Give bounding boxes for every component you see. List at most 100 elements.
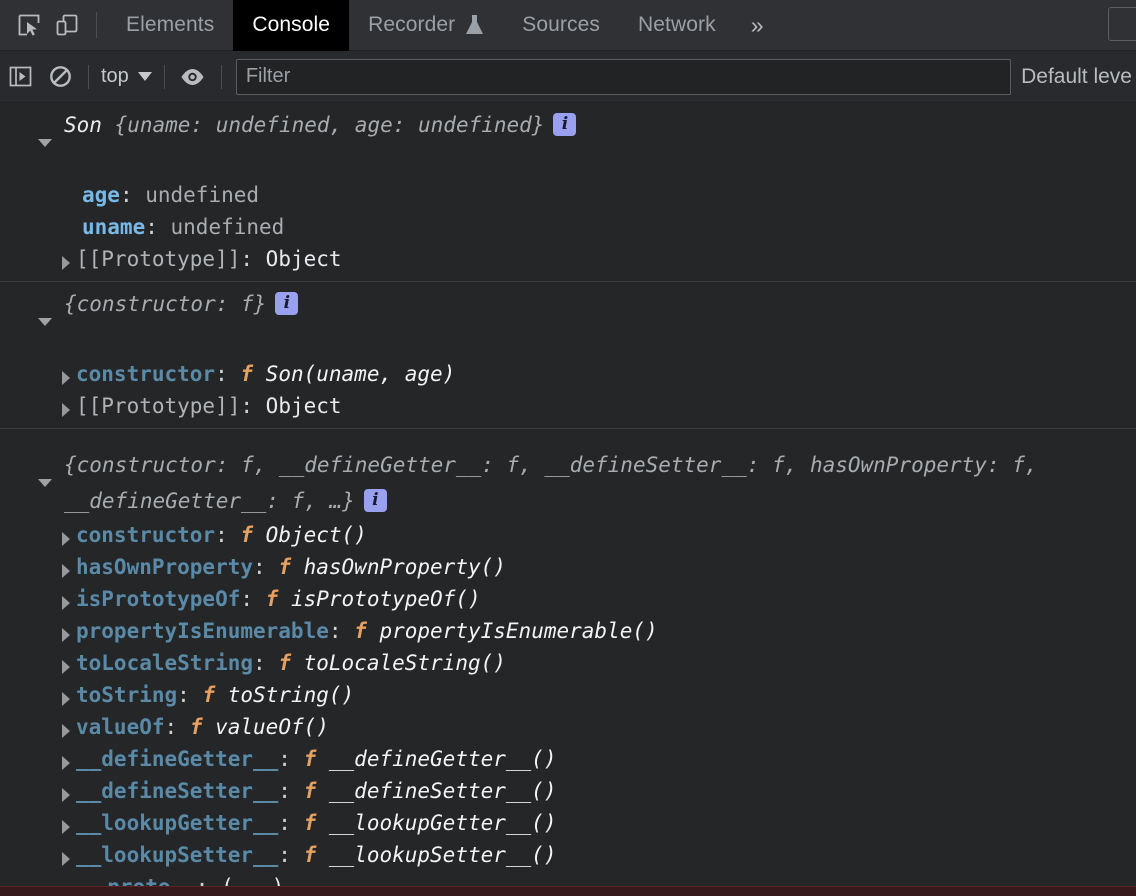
object-preview: {uname: undefined, age: undefined} bbox=[101, 113, 545, 137]
object-property-row[interactable]: propertyIsEnumerable: f propertyIsEnumer… bbox=[0, 615, 1136, 647]
function-marker-icon: f bbox=[303, 843, 317, 867]
object-preview-text: {constructor: f} i bbox=[64, 286, 299, 322]
triangle-right-icon[interactable] bbox=[62, 820, 70, 834]
property-value: __defineSetter__() bbox=[316, 779, 557, 803]
object-property-row[interactable]: age: undefined bbox=[0, 179, 1136, 211]
info-badge-icon[interactable]: i bbox=[553, 112, 577, 136]
object-property-row[interactable]: constructor: f Son(uname, age) bbox=[0, 358, 1136, 390]
info-badge-icon[interactable]: i bbox=[275, 291, 299, 315]
function-marker-icon: f bbox=[303, 779, 317, 803]
object-property-row[interactable]: hasOwnProperty: f hasOwnProperty() bbox=[0, 551, 1136, 583]
triangle-right-icon[interactable] bbox=[62, 596, 70, 610]
object-property-row[interactable]: isPrototypeOf: f isPrototypeOf() bbox=[0, 583, 1136, 615]
toolbar-divider-2 bbox=[163, 64, 165, 89]
object-property-row[interactable]: constructor: f Object() bbox=[0, 519, 1136, 551]
eye-icon[interactable] bbox=[173, 57, 213, 97]
javascript-context-selector[interactable]: top bbox=[97, 65, 156, 88]
property-value: Object bbox=[265, 247, 342, 271]
inspect-element-icon[interactable] bbox=[10, 6, 48, 44]
object-preview: {constructor: f} bbox=[64, 292, 267, 316]
devtools-tabbar: Elements Console Recorder Sources Networ… bbox=[0, 0, 1136, 51]
triangle-right-icon[interactable] bbox=[62, 371, 70, 385]
filter-input[interactable] bbox=[235, 58, 1012, 95]
tab-recorder[interactable]: Recorder bbox=[349, 0, 503, 51]
object-preview-header[interactable]: Son {uname: undefined, age: undefined} i bbox=[0, 107, 1136, 179]
triangle-right-icon[interactable] bbox=[62, 532, 70, 546]
property-value: __defineGetter__() bbox=[316, 747, 557, 771]
property-key: __lookupGetter__ bbox=[76, 811, 279, 835]
property-value: __lookupSetter__() bbox=[316, 843, 557, 867]
tab-network-label: Network bbox=[638, 13, 716, 36]
object-preview-text: Son {uname: undefined, age: undefined} i bbox=[64, 107, 577, 143]
info-badge-icon[interactable]: i bbox=[363, 488, 387, 512]
show-console-sidebar-icon[interactable] bbox=[0, 57, 40, 97]
clear-console-icon[interactable] bbox=[40, 57, 80, 97]
function-marker-icon: f bbox=[354, 619, 367, 643]
object-preview-header[interactable]: {constructor: f} i bbox=[0, 286, 1136, 358]
property-value: isPrototypeOf() bbox=[278, 587, 481, 611]
object-preview-text: {constructor: f, __defineGetter__: f, __… bbox=[64, 447, 1136, 519]
console-error-row bbox=[0, 886, 1136, 896]
property-separator: : bbox=[215, 362, 241, 386]
property-value: toString() bbox=[215, 683, 355, 707]
more-tabs-icon[interactable]: » bbox=[735, 0, 780, 51]
function-marker-icon: f bbox=[189, 715, 203, 739]
triangle-right-icon[interactable] bbox=[62, 403, 70, 417]
property-key: [[Prototype]] bbox=[76, 394, 241, 418]
tab-network[interactable]: Network bbox=[619, 0, 735, 51]
property-key: propertyIsEnumerable bbox=[76, 619, 329, 643]
function-marker-icon: f bbox=[240, 523, 254, 547]
object-property-row[interactable]: uname: undefined bbox=[0, 211, 1136, 243]
property-key: toLocaleString bbox=[76, 651, 254, 675]
property-separator: : bbox=[240, 394, 266, 418]
property-value: valueOf() bbox=[202, 715, 329, 739]
console-message-list[interactable]: Son {uname: undefined, age: undefined} i a… bbox=[0, 103, 1136, 896]
triangle-down-icon[interactable] bbox=[38, 139, 52, 147]
triangle-right-icon[interactable] bbox=[62, 660, 70, 674]
tab-elements[interactable]: Elements bbox=[107, 0, 233, 51]
object-property-row[interactable]: toLocaleString: f toLocaleString() bbox=[0, 647, 1136, 679]
triangle-right-icon[interactable] bbox=[62, 692, 70, 706]
property-separator: : bbox=[253, 555, 279, 579]
property-separator: : bbox=[177, 683, 203, 707]
context-selector-value: top bbox=[101, 65, 129, 87]
object-preview-header[interactable]: {constructor: f, __defineGetter__: f, __… bbox=[0, 447, 1136, 519]
console-message: {constructor: f} i constructor: f Son(unam… bbox=[0, 282, 1136, 429]
object-property-row[interactable]: __lookupSetter__: f __lookupSetter__() bbox=[0, 839, 1136, 871]
devtools-window: Elements Console Recorder Sources Networ… bbox=[0, 0, 1136, 896]
tab-sources-label: Sources bbox=[522, 13, 601, 36]
log-level-selector[interactable]: Default leve bbox=[1021, 65, 1136, 89]
tab-recorder-label: Recorder bbox=[368, 13, 456, 36]
triangle-right-icon[interactable] bbox=[62, 256, 70, 270]
property-key: __defineGetter__ bbox=[76, 747, 279, 771]
property-key: constructor bbox=[76, 523, 216, 547]
triangle-down-icon[interactable] bbox=[38, 479, 52, 487]
object-property-row[interactable]: __defineGetter__: f __defineGetter__() bbox=[0, 743, 1136, 775]
property-separator: : bbox=[145, 215, 171, 239]
devtools-settings-button[interactable] bbox=[1108, 7, 1136, 41]
object-property-row[interactable]: __lookupGetter__: f __lookupGetter__() bbox=[0, 807, 1136, 839]
triangle-right-icon[interactable] bbox=[62, 852, 70, 866]
property-value: undefined bbox=[170, 215, 285, 239]
object-property-row[interactable]: valueOf: f valueOf() bbox=[0, 711, 1136, 743]
function-marker-icon: f bbox=[303, 747, 317, 771]
object-property-row[interactable]: [[Prototype]]: Object bbox=[0, 243, 1136, 275]
expand-arrow-holder bbox=[38, 447, 58, 519]
object-property-row[interactable]: toString: f toString() bbox=[0, 679, 1136, 711]
triangle-right-icon[interactable] bbox=[62, 756, 70, 770]
property-separator: : bbox=[278, 843, 304, 867]
triangle-right-icon[interactable] bbox=[62, 564, 70, 578]
device-toolbar-icon[interactable] bbox=[48, 6, 86, 44]
triangle-down-icon[interactable] bbox=[38, 318, 52, 326]
tab-sources[interactable]: Sources bbox=[503, 0, 619, 51]
property-value: undefined bbox=[145, 183, 260, 207]
property-value: __lookupGetter__() bbox=[316, 811, 557, 835]
object-property-row[interactable]: [[Prototype]]: Object bbox=[0, 390, 1136, 422]
object-property-row[interactable]: __defineSetter__: f __defineSetter__() bbox=[0, 775, 1136, 807]
property-key: __lookupSetter__ bbox=[76, 843, 279, 867]
tab-console[interactable]: Console bbox=[233, 0, 350, 51]
console-toolbar: top Default leve bbox=[0, 51, 1136, 103]
triangle-right-icon[interactable] bbox=[62, 788, 70, 802]
triangle-right-icon[interactable] bbox=[62, 628, 70, 642]
triangle-right-icon[interactable] bbox=[62, 724, 70, 738]
